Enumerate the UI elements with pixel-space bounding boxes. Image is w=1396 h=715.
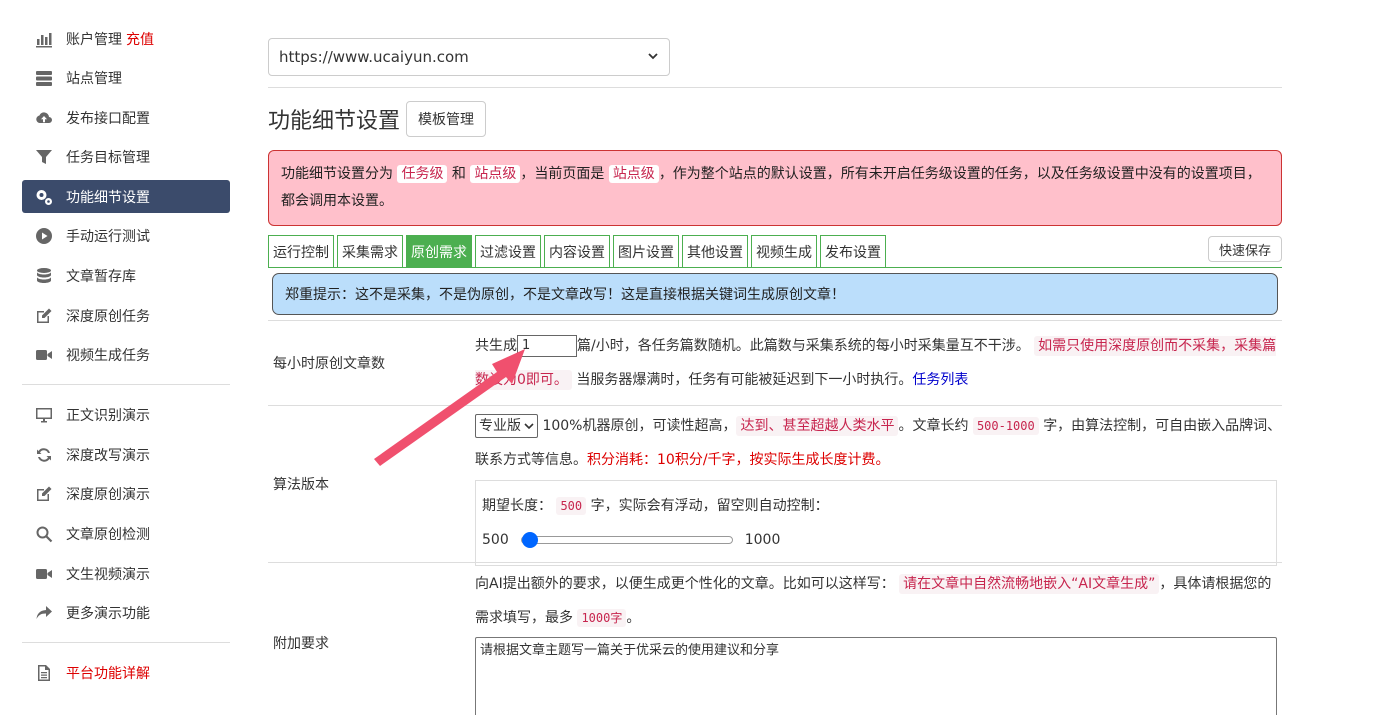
video-icon xyxy=(34,564,54,584)
slider-min-label: 500 xyxy=(482,532,509,548)
edit-icon xyxy=(34,484,54,504)
extra-requirement-textarea[interactable]: 请根据文章主题写一篇关于优采云的使用建议和分享 xyxy=(475,637,1277,715)
slider-max-label: 1000 xyxy=(744,532,781,548)
site-select[interactable]: https://www.ucaiyun.com xyxy=(268,38,670,76)
length-range-code: 500-1000 xyxy=(972,417,1039,435)
sidebar-item-group2-5[interactable]: 更多演示功能 xyxy=(22,597,230,630)
gears-icon xyxy=(34,187,54,207)
template-manage-button[interactable]: 模板管理 xyxy=(406,101,487,137)
main-content: https://www.ucaiyun.com 功能细节设置 模板管理 功能细节… xyxy=(268,38,1282,715)
sidebar-item-label: 站点管理 xyxy=(66,71,122,88)
tab-4[interactable]: 内容设置 xyxy=(544,235,610,267)
setting-row-hourly: 每小时原创文章数 共生成 1 篇/小时，各任务篇数随机。此篇数与采集系统的每小时采集… xyxy=(268,320,1282,405)
sidebar-item-label: 文章原创检测 xyxy=(66,527,150,544)
quality-highlight: 达到、甚至超越人类水平 xyxy=(736,416,899,436)
sidebar-item-label: 发布接口配置 xyxy=(66,110,150,127)
sidebar-item-label: 深度原创演示 xyxy=(66,487,150,504)
chevron-down-icon xyxy=(647,48,659,66)
setting-label: 每小时原创文章数 xyxy=(273,356,385,372)
notice-alert: 郑重提示：这不是采集，不是伪原创，不是文章改写！这是直接根据关键词生成原创文章！ xyxy=(272,273,1278,315)
divider xyxy=(268,87,1282,88)
tab-6[interactable]: 其他设置 xyxy=(682,235,748,267)
tab-8[interactable]: 发布设置 xyxy=(820,235,886,267)
sidebar-item-label: 视频生成任务 xyxy=(66,348,150,365)
sidebar-item-label: 正文识别演示 xyxy=(66,408,150,425)
tab-3[interactable]: 过滤设置 xyxy=(475,235,541,267)
sidebar-item-group1-7[interactable]: 深度原创任务 xyxy=(22,299,230,332)
hourly-count-input[interactable]: 1 xyxy=(517,335,577,357)
sidebar: 账户管理 充值站点管理发布接口配置 任务目标管理 功能细节设置 手动运行测试 文章暂存库深… xyxy=(22,22,230,696)
refresh-icon xyxy=(34,445,54,465)
sidebar-item-group1-6[interactable]: 文章暂存库 xyxy=(22,260,230,293)
video-icon xyxy=(34,345,54,365)
sidebar-item-label: 文章暂存库 xyxy=(66,269,136,286)
max-length-code: 1000字 xyxy=(577,609,627,627)
length-box: 期望长度： 500 字，实际会有浮动，留空则自动控制： 500 1000 xyxy=(475,480,1277,566)
cost-notice: 积分消耗：10积分/千字，按实际生成长度计费。 xyxy=(587,452,890,468)
sidebar-item-group1-5[interactable]: 手动运行测试 xyxy=(22,220,230,253)
monitor-icon xyxy=(34,405,54,425)
document-icon xyxy=(34,663,54,683)
task-list-link[interactable]: 任务列表 xyxy=(912,372,968,388)
tab-2[interactable]: 原创需求 xyxy=(406,235,472,267)
sidebar-item-label: 文生视频演示 xyxy=(66,566,150,583)
tab-0[interactable]: 运行控制 xyxy=(268,235,334,267)
sidebar-item-label: 深度改写演示 xyxy=(66,447,150,464)
setting-row-algorithm: 算法版本 专业版 100%机器原创，可读性超高， 达到、甚至超越人类水平 。文章长约… xyxy=(268,405,1282,566)
sidebar-divider xyxy=(22,641,230,643)
page-title: 功能细节设置 xyxy=(268,109,401,134)
sidebar-item-group1-4[interactable]: 功能细节设置 xyxy=(22,180,230,214)
database-icon xyxy=(34,266,54,286)
tag-task-level: 任务级 xyxy=(397,165,448,183)
settings-tabs: 运行控制 采集需求 原创需求 过滤设置 内容设置 图片设置 其他设置 视频生成 发布设置 快速保… xyxy=(268,235,1282,268)
sidebar-item-group2-1[interactable]: 深度改写演示 xyxy=(22,438,230,471)
filter-icon xyxy=(34,147,54,167)
length-value: 500 xyxy=(556,497,587,515)
sidebar-divider xyxy=(22,383,230,385)
sidebar-item-group2-0[interactable]: 正文识别演示 xyxy=(22,399,230,432)
sidebar-item-label: 任务目标管理 xyxy=(66,150,150,167)
site-select-value: https://www.ucaiyun.com xyxy=(279,48,469,66)
sidebar-item-group1-8[interactable]: 视频生成任务 xyxy=(22,339,230,372)
sidebar-item-group1-0[interactable]: 账户管理 充值 xyxy=(22,22,230,55)
sidebar-item-group2-3[interactable]: 文章原创检测 xyxy=(22,518,230,551)
setting-row-extra: 附加要求 向AI提出额外的要求，以便生成更个性化的文章。比如可以这样写： 请在文… xyxy=(268,562,1282,715)
bar-chart-icon xyxy=(34,29,54,49)
tab-1[interactable]: 采集需求 xyxy=(337,235,403,267)
setting-label: 算法版本 xyxy=(273,477,329,493)
tab-7[interactable]: 视频生成 xyxy=(751,235,817,267)
length-slider[interactable] xyxy=(520,532,733,548)
algorithm-version-select[interactable]: 专业版 xyxy=(475,414,538,438)
play-circle-icon xyxy=(34,226,54,246)
share-icon xyxy=(34,603,54,623)
sidebar-item-group1-1[interactable]: 站点管理 xyxy=(22,62,230,95)
settings-info-alert: 功能细节设置分为 任务级 和 站点级 ，当前页面是 站点级 ，作为整个站点的默认设置… xyxy=(268,150,1282,226)
tab-5[interactable]: 图片设置 xyxy=(613,235,679,267)
recharge-link[interactable]: 充值 xyxy=(126,29,154,49)
edit-icon xyxy=(34,306,54,326)
tag-site-level-current: 站点级 xyxy=(608,165,659,183)
sidebar-item-label: 更多演示功能 xyxy=(66,606,150,623)
sidebar-item-group3-0[interactable]: 平台功能详解 xyxy=(22,657,230,690)
sidebar-item-group2-4[interactable]: 文生视频演示 xyxy=(22,557,230,590)
chevron-down-icon xyxy=(524,423,534,430)
sidebar-item-label: 深度原创任务 xyxy=(66,308,150,325)
sidebar-item-group2-2[interactable]: 深度原创演示 xyxy=(22,478,230,511)
example-highlight: 请在文章中自然流畅地嵌入“AI文章生成” xyxy=(899,574,1160,594)
tag-site-level: 站点级 xyxy=(470,165,521,183)
setting-label: 附加要求 xyxy=(273,635,329,652)
sidebar-item-label: 手动运行测试 xyxy=(66,229,150,246)
sidebar-item-label: 功能细节设置 xyxy=(66,189,150,206)
sidebar-item-label: 账户管理 xyxy=(66,31,122,48)
sidebar-item-group1-2[interactable]: 发布接口配置 xyxy=(22,101,230,134)
search-icon xyxy=(34,524,54,544)
cloud-upload-icon xyxy=(34,108,54,128)
slider-thumb[interactable] xyxy=(521,532,538,548)
quick-save-button[interactable]: 快速保存 xyxy=(1207,236,1282,262)
sidebar-item-group1-3[interactable]: 任务目标管理 xyxy=(22,141,230,174)
sidebar-item-label: 平台功能详解 xyxy=(66,666,150,683)
server-icon xyxy=(34,68,54,88)
